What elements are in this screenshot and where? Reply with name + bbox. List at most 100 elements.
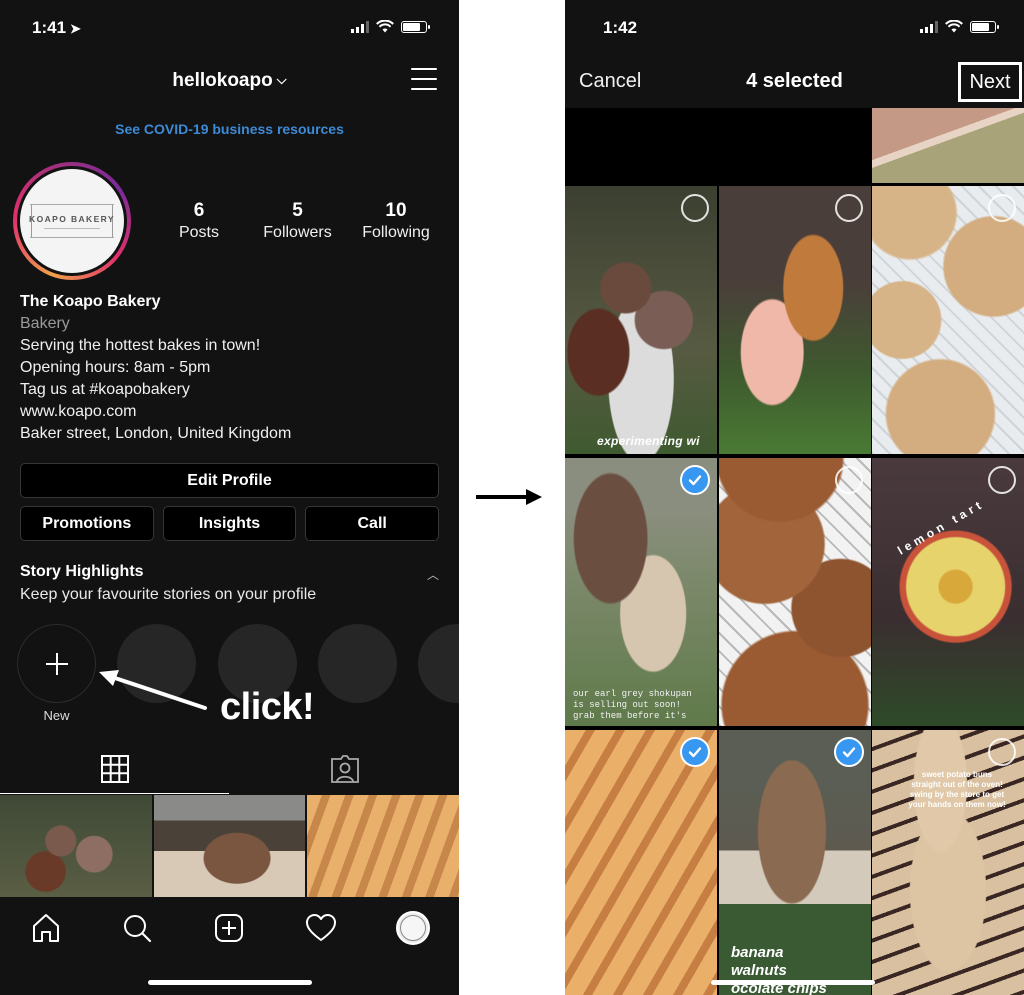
nav-search[interactable] <box>120 911 154 945</box>
nav-profile[interactable] <box>396 911 430 945</box>
status-time: 1:42 <box>603 18 638 37</box>
action-buttons: Promotions Insights Call <box>20 506 440 541</box>
stat-value: 5 <box>292 200 303 221</box>
collapse-caret-icon[interactable]: ︿ <box>427 566 439 583</box>
media-picker-screen: 1:42 Cancel 4 selected Next experimentin… <box>565 0 1024 995</box>
select-circle-icon[interactable] <box>835 466 863 494</box>
stat-label: Followers <box>263 224 332 241</box>
cellular-signal-icon <box>920 20 938 33</box>
media-tile-chocolate-cookies[interactable] <box>719 458 871 726</box>
post-thumbnail[interactable] <box>0 795 152 897</box>
profile-avatar[interactable]: KOAPO BAKERY <box>13 162 131 280</box>
next-button[interactable]: Next <box>958 62 1022 102</box>
bio-address[interactable]: Baker street, London, United Kingdom <box>20 423 445 445</box>
wifi-icon <box>376 20 394 33</box>
status-time: 1:41 ➤ <box>32 18 81 37</box>
stat-posts[interactable]: 6 Posts <box>150 200 248 244</box>
stat-value: 10 <box>385 200 407 221</box>
stat-followers[interactable]: 5 Followers <box>249 200 347 244</box>
post-thumbnail[interactable] <box>307 795 459 897</box>
heart-icon <box>306 914 336 941</box>
battery-icon <box>401 20 430 33</box>
profile-header: hellokoapo ⌵ <box>0 62 459 102</box>
media-tile-sweet-potato-buns[interactable]: sweet potato buns straight out of the ov… <box>872 730 1024 995</box>
story-highlights-subtitle: Keep your favourite stories on your prof… <box>20 586 317 603</box>
selected-check-icon[interactable] <box>834 737 864 767</box>
profile-stats: 6 Posts 5 Followers 10 Following <box>150 200 445 244</box>
home-indicator[interactable] <box>711 980 875 985</box>
new-highlight-button[interactable] <box>17 624 96 703</box>
tab-tagged[interactable] <box>230 744 459 794</box>
location-arrow-icon: ➤ <box>70 21 81 36</box>
home-icon <box>33 914 59 942</box>
media-tile-shokupan[interactable]: our earl grey shokupan is selling out so… <box>565 458 717 726</box>
post-thumbnail[interactable] <box>153 795 306 897</box>
stat-following[interactable]: 10 Following <box>347 200 445 244</box>
profile-name: The Koapo Bakery <box>20 293 161 310</box>
insights-button[interactable]: Insights <box>162 506 297 541</box>
account-switcher[interactable]: hellokoapo ⌵ <box>0 70 459 92</box>
story-caption: our earl grey shokupan is selling out so… <box>573 689 692 721</box>
select-circle-icon[interactable] <box>988 466 1016 494</box>
home-indicator[interactable] <box>148 980 312 985</box>
selected-check-icon[interactable] <box>680 737 710 767</box>
selection-count: 4 selected <box>746 70 843 92</box>
bio-website-link[interactable]: www.koapo.com <box>20 401 445 423</box>
profile-avatar-icon <box>396 911 430 945</box>
picker-header: Cancel 4 selected Next <box>565 62 1024 108</box>
logo-text: KOAPO BAKERY <box>29 213 115 224</box>
story-caption: experimenting wi <box>597 434 700 448</box>
cellular-signal-icon <box>351 20 369 33</box>
battery-icon <box>970 20 999 33</box>
status-icons <box>920 20 999 33</box>
new-highlight-label: New <box>43 708 70 723</box>
select-circle-icon[interactable] <box>835 194 863 222</box>
covid-resources-link[interactable]: See COVID-19 business resources <box>0 121 459 137</box>
grid-icon <box>100 754 129 783</box>
bottom-nav <box>0 897 459 995</box>
new-post-icon <box>215 914 243 942</box>
highlight-placeholder <box>318 624 397 703</box>
hamburger-menu-icon[interactable] <box>411 68 437 90</box>
chevron-down-icon: ⌵ <box>276 72 287 87</box>
profile-screen: 1:41 ➤ hellokoapo ⌵ See COVID-19 business … <box>0 0 459 995</box>
highlight-placeholder <box>218 624 297 703</box>
profile-category: Bakery <box>20 315 70 332</box>
status-bar: 1:41 ➤ <box>0 0 459 56</box>
status-icons <box>351 20 430 33</box>
media-grid: experimenting wi our earl grey shokupan … <box>565 108 1024 995</box>
select-circle-icon[interactable] <box>988 738 1016 766</box>
tutorial-canvas: 1:41 ➤ hellokoapo ⌵ See COVID-19 business … <box>0 0 1024 995</box>
stat-label: Following <box>362 224 430 241</box>
stat-value: 6 <box>193 200 205 221</box>
media-tile-banana-bread[interactable]: banana walnuts ocolate chips <box>719 730 871 995</box>
selected-check-icon[interactable] <box>680 465 710 495</box>
media-tile-brioche[interactable] <box>565 730 717 995</box>
promotions-button[interactable]: Promotions <box>20 506 154 541</box>
call-button[interactable]: Call <box>305 506 440 541</box>
highlight-placeholder <box>418 624 459 703</box>
plus-icon <box>45 652 68 675</box>
media-tile-drink[interactable] <box>872 108 1024 183</box>
select-circle-icon[interactable] <box>988 194 1016 222</box>
wifi-icon <box>945 20 963 33</box>
story-caption: sweet potato buns straight out of the ov… <box>908 770 1006 809</box>
tagged-person-icon <box>330 755 359 783</box>
bio-line: Opening hours: 8am - 5pm <box>20 359 211 376</box>
media-tile-muffins[interactable]: experimenting wi <box>565 186 717 454</box>
media-tile-croissant[interactable] <box>719 186 871 454</box>
edit-profile-button[interactable]: Edit Profile <box>20 463 439 498</box>
bakery-logo: KOAPO BAKERY <box>29 204 115 238</box>
bio-hashtag[interactable]: Tag us at #koapobakery <box>20 379 445 401</box>
select-circle-icon[interactable] <box>681 194 709 222</box>
nav-activity[interactable] <box>304 911 338 945</box>
media-tile-cookies[interactable] <box>872 186 1024 454</box>
highlight-placeholder <box>117 624 196 703</box>
profile-tabs <box>0 744 459 794</box>
nav-new-post[interactable] <box>212 911 246 945</box>
story-caption: lemon tart <box>895 496 987 558</box>
nav-home[interactable] <box>29 911 63 945</box>
tab-grid[interactable] <box>0 744 229 794</box>
bio-line: Serving the hottest bakes in town! <box>20 337 261 354</box>
media-tile-lemon-tart[interactable]: lemon tart <box>872 458 1024 726</box>
